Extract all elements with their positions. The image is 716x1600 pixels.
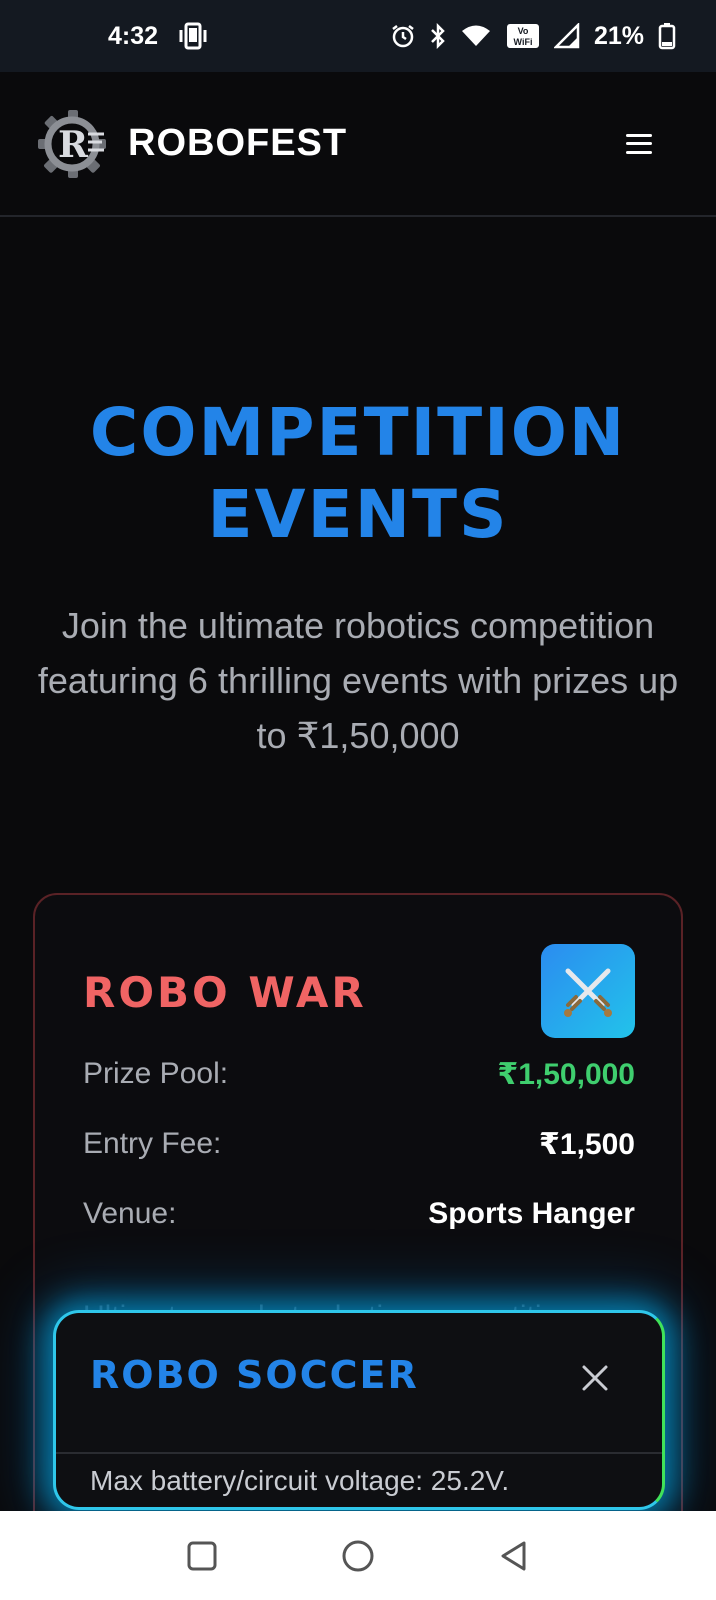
entry-fee-value: ₹1,500: [539, 1128, 635, 1161]
event-card-title: ROBO WAR: [83, 968, 367, 1017]
alarm-icon: [390, 23, 416, 49]
signal-icon: [553, 23, 580, 49]
prize-pool-row: Prize Pool: ₹1,50,000: [83, 1057, 635, 1092]
page-title-line-1: COMPETITION: [89, 394, 627, 471]
hamburger-menu-icon[interactable]: [626, 133, 652, 154]
sheet-divider: [56, 1452, 662, 1454]
venue-label: Venue:: [83, 1197, 177, 1230]
entry-fee-row: Entry Fee: ₹1,500: [83, 1127, 635, 1162]
venue-value: Sports Hanger: [428, 1197, 635, 1230]
crossed-swords-icon: [541, 944, 635, 1038]
vowifi-bottom-text: WiFi: [513, 37, 532, 47]
close-icon[interactable]: [580, 1363, 610, 1393]
menu-bar: [626, 133, 652, 137]
battery-icon: [658, 22, 676, 50]
robofest-logo-icon[interactable]: R: [36, 108, 108, 180]
recent-apps-icon[interactable]: [184, 1538, 220, 1574]
page-title: COMPETITION EVENTS: [0, 392, 716, 556]
page-subtitle: Join the ultimate robotics competition f…: [37, 605, 679, 756]
home-icon[interactable]: [340, 1538, 376, 1574]
sheet-title: ROBO SOCCER: [90, 1353, 419, 1397]
page-title-line-2: EVENTS: [207, 476, 509, 553]
sheet-rule-text: Max battery/circuit voltage: 25.2V.: [90, 1465, 510, 1496]
menu-bar: [626, 142, 652, 145]
site-header: R ROBOFEST: [0, 72, 716, 217]
prize-pool-label: Prize Pool:: [83, 1057, 229, 1090]
status-time: 4:32: [108, 21, 159, 50]
status-bar: 4:32 Vo WiFi 21%: [0, 0, 716, 72]
wifi-icon: [460, 24, 492, 48]
back-icon[interactable]: [496, 1538, 532, 1574]
bluetooth-icon: [430, 23, 446, 49]
event-detail-sheet: ROBO SOCCER Max battery/circuit voltage:…: [53, 1310, 665, 1510]
entry-fee-label: Entry Fee:: [83, 1127, 222, 1160]
prize-pool-value: ₹1,50,000: [497, 1058, 635, 1091]
status-icons: Vo WiFi 21%: [390, 22, 676, 51]
vowifi-icon: Vo WiFi: [506, 23, 540, 49]
system-nav-bar: [0, 1511, 716, 1600]
battery-percent: 21%: [593, 21, 644, 50]
venue-row: Venue: Sports Hanger: [83, 1197, 635, 1231]
menu-bar: [626, 150, 652, 154]
phone-vibrate-icon: [178, 22, 208, 50]
logo-letter: R: [58, 124, 89, 166]
brand-name[interactable]: ROBOFEST: [128, 122, 347, 165]
vowifi-top-text: Vo: [518, 26, 529, 36]
screen: 4:32 Vo WiFi 21% R ROBOFEST COMPETITION …: [0, 0, 716, 1600]
